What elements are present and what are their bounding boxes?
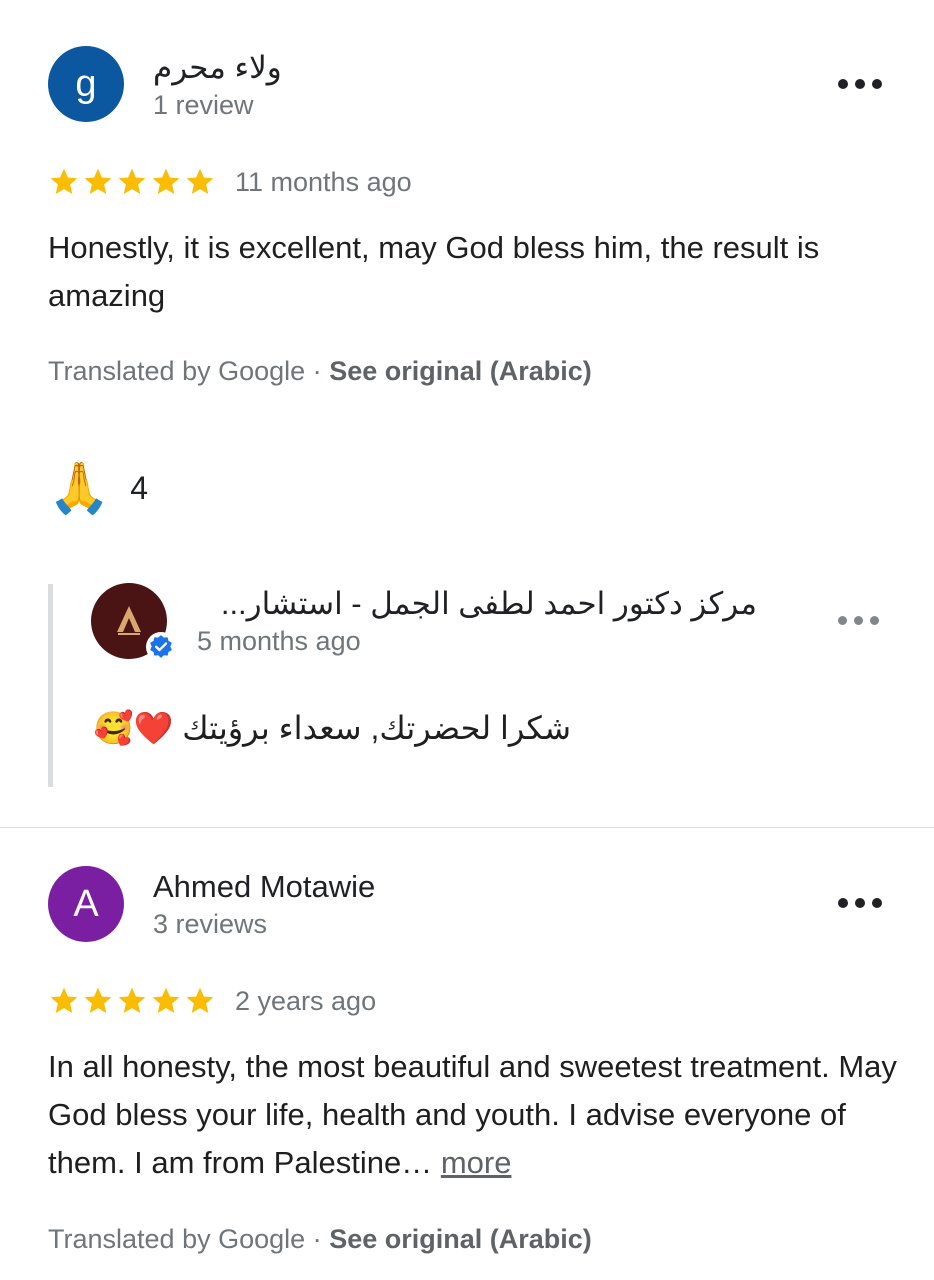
review-time: 2 years ago — [235, 986, 377, 1016]
reviewer-avatar[interactable]: g — [48, 46, 124, 122]
star-icon — [118, 987, 146, 1013]
dot-icon — [838, 898, 848, 908]
star-icon — [186, 168, 214, 194]
review-menu-button[interactable] — [838, 898, 882, 908]
see-original-link[interactable]: See original (Arabic) — [329, 1224, 592, 1254]
reviewer-review-count: 1 review — [153, 90, 254, 120]
reaction-chip[interactable]: 🙏 4 — [48, 458, 148, 518]
star-icon — [84, 168, 112, 194]
review-text: In all honesty, the most beautiful and s… — [48, 1043, 904, 1187]
dot-icon — [870, 616, 879, 625]
separator: · — [312, 1224, 322, 1254]
dot-icon — [838, 616, 847, 625]
translated-by-label: Translated by Google — [48, 356, 306, 386]
star-icon — [84, 987, 112, 1013]
verified-badge-icon — [146, 632, 176, 662]
owner-avatar[interactable] — [91, 583, 176, 662]
review-text: Honestly, it is excellent, may God bless… — [48, 230, 820, 313]
reply-menu-button[interactable] — [838, 616, 879, 625]
owner-reply-time: 5 months ago — [197, 626, 361, 656]
translation-note: Translated by Google · See original (Ara… — [48, 356, 592, 387]
dot-icon — [854, 616, 863, 625]
separator: · — [312, 356, 322, 386]
more-link[interactable]: more — [441, 1145, 512, 1180]
dot-icon — [872, 898, 882, 908]
star-rating — [48, 166, 216, 198]
review-menu-button[interactable] — [838, 79, 882, 89]
dot-icon — [855, 898, 865, 908]
review-time: 11 months ago — [235, 167, 412, 197]
owner-reply-text: شكرا لحضرتك, سعداء برؤيتك ❤️🥰 — [93, 710, 571, 746]
star-icon — [118, 168, 146, 194]
reply-indent-bar — [48, 584, 53, 787]
reaction-count: 4 — [130, 469, 149, 506]
dot-icon — [855, 79, 865, 89]
translated-by-label: Translated by Google — [48, 1224, 306, 1254]
star-icon — [152, 168, 180, 194]
owner-name[interactable]: مركز دكتور احمد لطفى الجمل - استشار... — [197, 586, 757, 622]
star-rating — [48, 985, 216, 1017]
reviewer-name[interactable]: Ahmed Motawie — [153, 869, 375, 905]
star-icon — [152, 987, 180, 1013]
star-icon — [50, 168, 78, 194]
folded-hands-icon: 🙏 — [48, 460, 111, 516]
star-icon — [186, 987, 214, 1013]
reviewer-review-count: 3 reviews — [153, 909, 268, 939]
translation-note: Translated by Google · See original (Ara… — [48, 1224, 592, 1255]
reviewer-name[interactable]: ولاء محرم — [153, 50, 282, 86]
dot-icon — [838, 79, 848, 89]
review-divider — [0, 827, 934, 828]
reviewer-avatar[interactable]: A — [48, 866, 124, 942]
see-original-link[interactable]: See original (Arabic) — [329, 356, 592, 386]
dot-icon — [872, 79, 882, 89]
star-icon — [50, 987, 78, 1013]
